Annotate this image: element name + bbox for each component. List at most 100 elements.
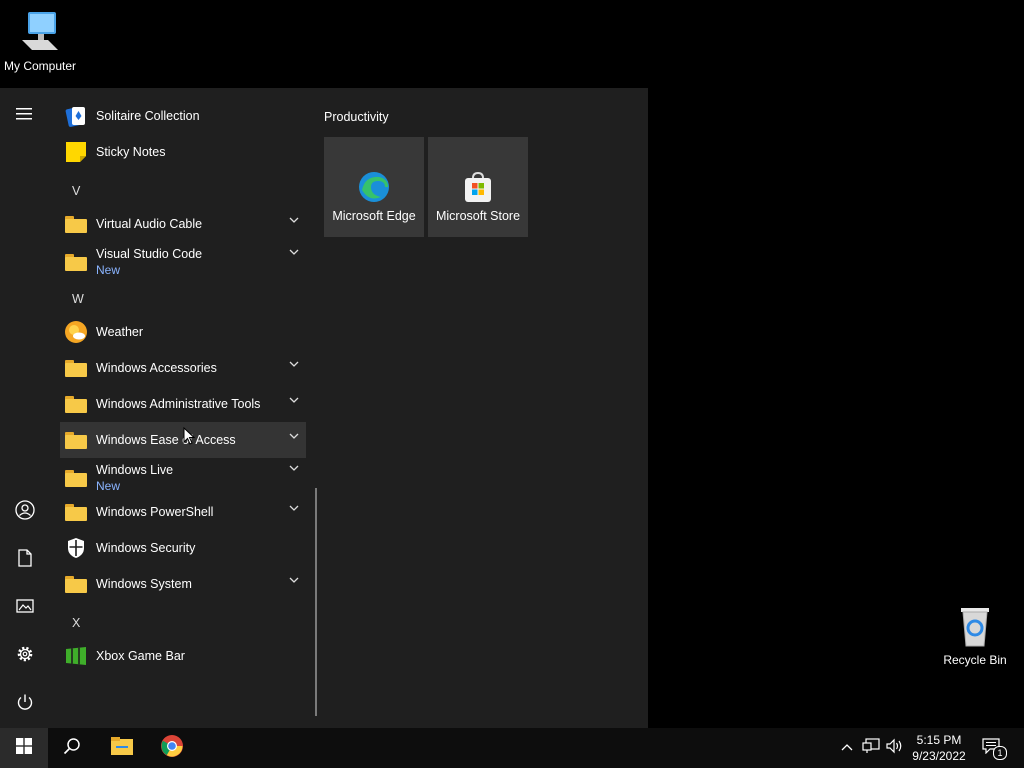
clock-date: 9/23/2022	[912, 749, 966, 763]
app-windows-security[interactable]: Windows Security	[60, 530, 306, 566]
folder-icon	[64, 250, 88, 274]
app-list-scrollbar[interactable]	[315, 488, 317, 716]
letter-header-w[interactable]: W	[72, 292, 84, 306]
chevron-down-icon[interactable]	[288, 462, 300, 477]
folder-icon	[64, 572, 88, 596]
show-hidden-icons-button[interactable]	[836, 728, 858, 768]
folder-icon	[64, 500, 88, 524]
new-badge: New	[96, 263, 121, 277]
chevron-down-icon[interactable]	[288, 394, 300, 409]
user-icon	[15, 499, 35, 525]
store-icon	[461, 169, 495, 205]
windows-logo-icon	[16, 737, 32, 759]
tile-microsoft-edge[interactable]: Microsoft Edge	[324, 137, 424, 237]
chevron-down-icon[interactable]	[288, 358, 300, 373]
clock[interactable]: 5:15 PM 9/23/2022	[906, 732, 972, 764]
solitaire-icon	[64, 104, 88, 128]
start-menu: Solitaire Collection Sticky Notes V Virt…	[0, 88, 648, 728]
computer-icon	[18, 12, 62, 57]
account-button[interactable]	[0, 492, 50, 532]
speaker-icon	[886, 738, 904, 759]
tile-group-title: Productivity	[324, 110, 389, 124]
notification-icon: 1	[982, 738, 1007, 760]
search-icon	[63, 737, 81, 760]
new-badge: New	[96, 479, 121, 493]
app-list: Solitaire Collection Sticky Notes V Virt…	[50, 88, 312, 728]
chevron-down-icon[interactable]	[288, 574, 300, 589]
app-label: Windows Live	[96, 463, 174, 477]
letter-header-v[interactable]: V	[72, 184, 80, 198]
letter-header-x[interactable]: X	[72, 616, 80, 630]
app-windows-system[interactable]: Windows System	[60, 566, 306, 602]
app-weather[interactable]: Weather	[60, 314, 306, 350]
app-sticky-notes[interactable]: Sticky Notes	[60, 134, 306, 170]
app-windows-accessories[interactable]: Windows Accessories	[60, 350, 306, 386]
expand-menu-button[interactable]	[0, 96, 50, 136]
app-solitaire-collection[interactable]: Solitaire Collection	[60, 98, 306, 134]
file-explorer-button[interactable]	[98, 728, 146, 768]
desktop-icon-recycle-bin[interactable]: Recycle Bin	[935, 602, 1015, 667]
app-label: Solitaire Collection	[96, 109, 200, 123]
network-icon	[862, 737, 880, 759]
folder-icon	[64, 428, 88, 452]
folder-icon	[64, 212, 88, 236]
folder-icon	[64, 392, 88, 416]
folder-icon	[64, 466, 88, 490]
app-windows-powershell[interactable]: Windows PowerShell	[60, 494, 306, 530]
chevron-down-icon[interactable]	[288, 246, 300, 261]
app-label: Sticky Notes	[96, 145, 166, 159]
app-label: Visual Studio Code	[96, 247, 203, 261]
action-center-button[interactable]: 1	[978, 728, 1008, 768]
settings-button[interactable]	[0, 636, 50, 676]
app-label: Windows Ease of Access	[96, 433, 236, 447]
chevron-up-icon	[841, 739, 853, 757]
hamburger-icon	[16, 107, 34, 126]
xbox-game-bar-icon	[64, 644, 88, 668]
app-label: Virtual Audio Cable	[96, 217, 203, 231]
volume-button[interactable]	[884, 728, 906, 768]
chevron-down-icon[interactable]	[288, 430, 300, 445]
clock-time: 5:15 PM	[916, 733, 962, 747]
app-label: Windows PowerShell	[96, 505, 214, 519]
shield-icon	[64, 536, 88, 560]
taskbar: 5:15 PM 9/23/2022 1	[0, 728, 1024, 768]
chevron-down-icon[interactable]	[288, 214, 300, 229]
chrome-icon	[160, 734, 184, 763]
pictures-button[interactable]	[0, 588, 50, 628]
app-xbox-game-bar[interactable]: Xbox Game Bar	[60, 638, 306, 674]
start-rail	[0, 88, 50, 728]
network-button[interactable]	[860, 728, 882, 768]
power-button[interactable]	[0, 684, 50, 724]
desktop-icon-my-computer[interactable]: My Computer	[0, 10, 80, 73]
recycle-bin-icon	[953, 608, 997, 651]
app-label: Windows Security	[96, 541, 196, 555]
chrome-button[interactable]	[148, 728, 196, 768]
chevron-down-icon[interactable]	[288, 502, 300, 517]
sticky-notes-icon	[64, 140, 88, 164]
edge-icon	[357, 169, 391, 205]
app-label: Weather	[96, 325, 144, 339]
app-label: Windows Administrative Tools	[96, 397, 261, 411]
tile-label: Microsoft Store	[435, 209, 521, 223]
search-button[interactable]	[48, 728, 96, 768]
power-icon	[16, 693, 34, 716]
app-label: Windows System	[96, 577, 192, 591]
picture-icon	[16, 598, 34, 619]
notification-count-badge: 1	[993, 746, 1007, 760]
folder-icon	[64, 356, 88, 380]
app-virtual-audio-cable[interactable]: Virtual Audio Cable	[60, 206, 306, 242]
gear-icon	[16, 645, 34, 668]
app-visual-studio-code[interactable]: Visual Studio Code New	[60, 242, 306, 282]
file-explorer-icon	[110, 736, 134, 761]
mouse-cursor-icon	[183, 426, 196, 450]
start-button[interactable]	[0, 728, 48, 768]
tile-microsoft-store[interactable]: Microsoft Store	[428, 137, 528, 237]
documents-button[interactable]	[0, 540, 50, 580]
app-windows-live[interactable]: Windows Live New	[60, 458, 306, 498]
app-label: Windows Accessories	[96, 361, 217, 375]
app-windows-administrative-tools[interactable]: Windows Administrative Tools	[60, 386, 306, 422]
document-icon	[17, 548, 33, 572]
desktop-icon-label: My Computer	[3, 59, 77, 73]
tile-label: Microsoft Edge	[332, 209, 416, 223]
weather-icon	[64, 320, 88, 344]
